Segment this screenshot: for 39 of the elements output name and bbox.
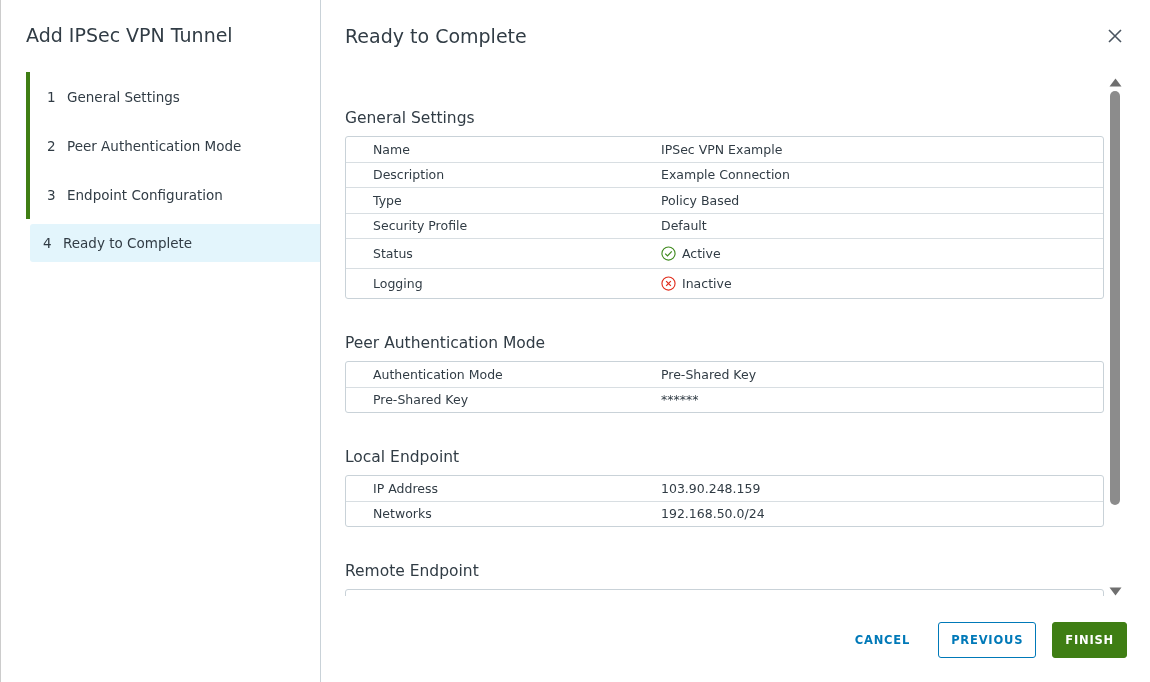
field-value: Pre-Shared Key	[661, 366, 757, 382]
previous-button[interactable]: PREVIOUS	[938, 622, 1037, 658]
field-label: Logging	[372, 276, 424, 291]
cancel-button[interactable]: CANCEL	[842, 622, 923, 658]
wizard-title: Add IPSec VPN Tunnel	[25, 23, 234, 48]
scroll-down-icon[interactable]	[1108, 587, 1122, 596]
field-label: Status	[372, 246, 414, 261]
field-value: 103.90.248.159	[661, 480, 761, 496]
field-value: ******	[661, 392, 699, 408]
scroll-up-icon[interactable]	[1108, 78, 1122, 87]
field-value: Example Connection	[661, 167, 790, 183]
scrollbar-thumb[interactable]	[1110, 91, 1120, 505]
field-label: Security Profile	[372, 218, 469, 234]
field-value: Default	[661, 218, 707, 234]
close-icon[interactable]	[1108, 29, 1122, 43]
section-title: General Settings	[345, 109, 476, 127]
field-value: Active	[682, 246, 721, 261]
field-label: Description	[372, 167, 446, 183]
field-label: IP Address	[372, 480, 439, 496]
field-value: Inactive	[682, 276, 732, 291]
wizard-step[interactable]: 2 Peer Authentication Mode	[26, 121, 320, 170]
field-label: Authentication Mode	[372, 366, 504, 382]
section-title: Peer Authentication Mode	[345, 334, 547, 352]
wizard-step[interactable]: 1 General Settings	[26, 72, 320, 121]
field-label: Pre-Shared Key	[372, 392, 470, 408]
field-value: 192.168.50.0/24	[661, 506, 765, 522]
section-title: Local Endpoint	[345, 448, 461, 466]
wizard-step[interactable]: 3 Endpoint Configuration	[26, 170, 320, 219]
field-label: Networks	[372, 506, 433, 522]
wizard-step[interactable]: 4 Ready to Complete	[30, 224, 320, 262]
field-label: Type	[372, 192, 403, 208]
field-label: Name	[372, 141, 411, 157]
field-value: Policy Based	[661, 192, 740, 208]
section-title: Remote Endpoint	[345, 562, 480, 580]
finish-button[interactable]: FINISH	[1052, 622, 1127, 658]
field-value: IPSec VPN Example	[661, 141, 783, 157]
page-title: Ready to Complete	[345, 25, 527, 47]
check-circle-icon	[661, 246, 676, 261]
error-circle-icon	[661, 276, 676, 291]
